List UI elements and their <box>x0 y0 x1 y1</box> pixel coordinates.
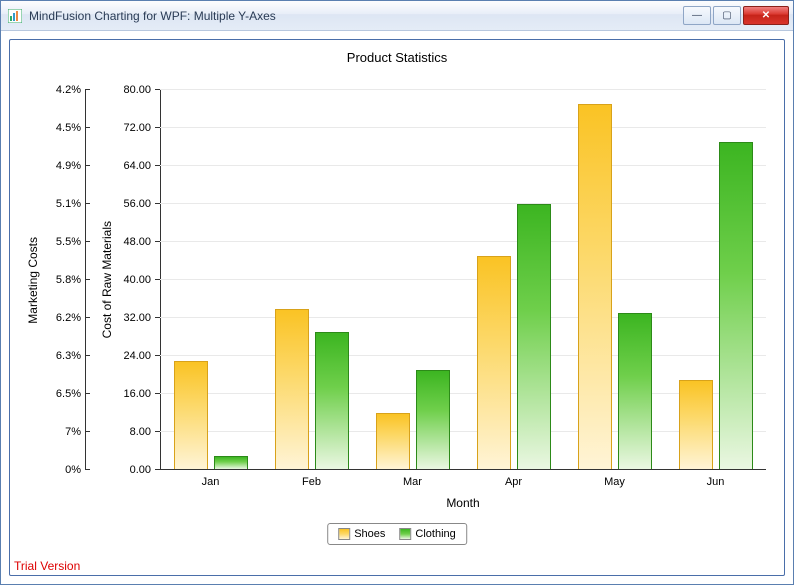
shoes-bar[interactable] <box>174 361 208 470</box>
y1-tick-label: 7% <box>65 426 81 438</box>
x-category-label: Mar <box>403 476 422 488</box>
y2-tick-label: 8.00 <box>130 426 151 438</box>
y1-ticks: 0%7%6.5%6.3%6.2%5.8%5.5%5.1%4.9%4.5%4.2% <box>45 90 85 470</box>
shoes-bar[interactable] <box>376 413 410 470</box>
y2-tick-label: 64.00 <box>123 160 151 172</box>
maximize-button[interactable]: ▢ <box>713 6 741 25</box>
x-category-label: Feb <box>302 476 321 488</box>
y2-tick-label: 48.00 <box>123 236 151 248</box>
y2-tick-label: 0.00 <box>130 464 151 476</box>
x-axis-label: Month <box>160 496 766 510</box>
y2-axis-line <box>160 90 161 470</box>
swatch-clothing-icon <box>399 528 411 540</box>
y2-ticks: 0.008.0016.0024.0032.0040.0048.0056.0064… <box>115 90 155 470</box>
shoes-bar[interactable] <box>275 309 309 471</box>
y1-axis-label: Marketing Costs <box>26 90 40 470</box>
y1-tick-label: 0% <box>65 464 81 476</box>
x-category-label: Jun <box>707 476 725 488</box>
legend: Shoes Clothing <box>327 523 467 545</box>
shoes-bar[interactable] <box>477 256 511 470</box>
legend-item-shoes: Shoes <box>338 528 385 540</box>
y2-axis-label: Cost of Raw Materials <box>100 90 114 470</box>
app-window: MindFusion Charting for WPF: Multiple Y-… <box>0 0 794 585</box>
y1-axis-line <box>85 90 86 470</box>
clothing-bar[interactable] <box>719 142 753 470</box>
y2-tick-label: 32.00 <box>123 312 151 324</box>
x-category-label: Apr <box>505 476 522 488</box>
minimize-button[interactable]: — <box>683 6 711 25</box>
y2-tick-label: 40.00 <box>123 274 151 286</box>
y1-tick-label: 4.2% <box>56 84 81 96</box>
y1-tick-label: 6.5% <box>56 388 81 400</box>
swatch-shoes-icon <box>338 528 350 540</box>
y2-tick-label: 24.00 <box>123 350 151 362</box>
window-buttons: — ▢ ✕ <box>681 6 789 25</box>
app-icon <box>7 8 23 24</box>
close-button[interactable]: ✕ <box>743 6 789 25</box>
y1-tick-label: 6.2% <box>56 312 81 324</box>
clothing-bar[interactable] <box>517 204 551 470</box>
y1-tick-label: 5.8% <box>56 274 81 286</box>
window-title: MindFusion Charting for WPF: Multiple Y-… <box>29 9 681 23</box>
y1-tick-label: 5.1% <box>56 198 81 210</box>
clothing-bar[interactable] <box>315 332 349 470</box>
shoes-bar[interactable] <box>679 380 713 470</box>
y2-tick-label: 16.00 <box>123 388 151 400</box>
y1-tick-label: 6.3% <box>56 350 81 362</box>
chart-panel: Product Statistics Marketing Costs 0% 7% 6… <box>9 39 785 576</box>
legend-label-shoes: Shoes <box>354 528 385 540</box>
clothing-bar[interactable] <box>416 370 450 470</box>
y1-tick-label: 5.5% <box>56 236 81 248</box>
x-axis-line <box>160 469 766 470</box>
legend-item-clothing: Clothing <box>399 528 455 540</box>
x-category-label: Jan <box>202 476 220 488</box>
trial-version-label: Trial Version <box>14 559 80 573</box>
y2-tick-label: 56.00 <box>123 198 151 210</box>
chart-title: Product Statistics <box>10 40 784 65</box>
y2-tick-label: 72.00 <box>123 122 151 134</box>
plot-area: JanFebMarAprMayJun <box>160 90 766 470</box>
legend-label-clothing: Clothing <box>415 528 455 540</box>
titlebar[interactable]: MindFusion Charting for WPF: Multiple Y-… <box>1 1 793 31</box>
x-category-label: May <box>604 476 625 488</box>
y1-tick-label: 4.9% <box>56 160 81 172</box>
clothing-bar[interactable] <box>618 313 652 470</box>
y2-tick-label: 80.00 <box>123 84 151 96</box>
shoes-bar[interactable] <box>578 104 612 470</box>
y1-tick-label: 4.5% <box>56 122 81 134</box>
clothing-bar[interactable] <box>214 456 248 470</box>
client-area: Product Statistics Marketing Costs 0% 7% 6… <box>1 31 793 584</box>
